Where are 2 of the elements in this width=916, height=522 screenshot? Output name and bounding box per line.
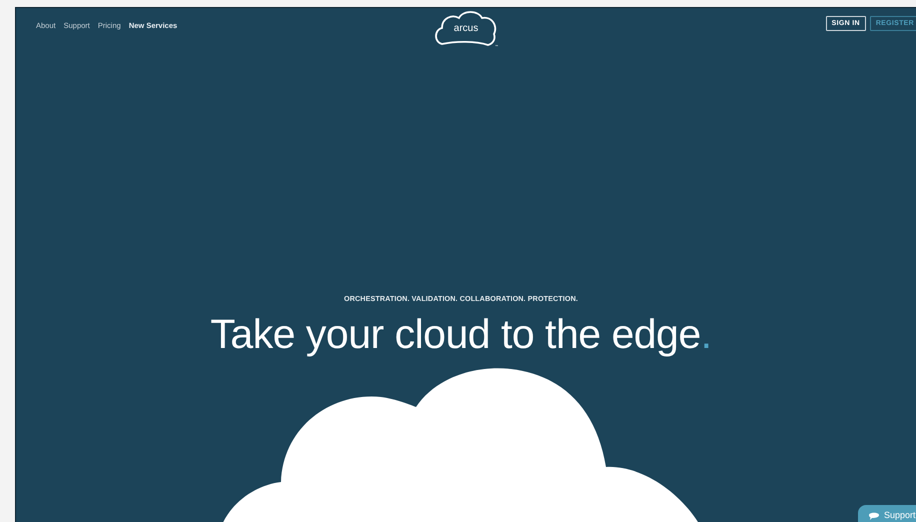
headline: Take your cloud to the edge. xyxy=(210,314,712,355)
chat-icon xyxy=(868,510,880,521)
